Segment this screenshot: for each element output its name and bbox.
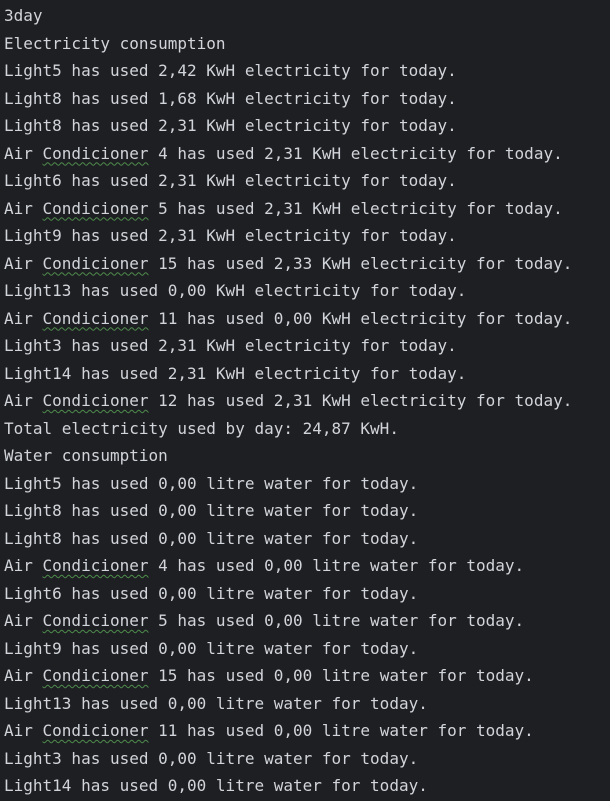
console-line-prefix: Air [4, 143, 43, 163]
console-line-suffix: 4 has used 0,00 litre water for today. [148, 556, 525, 575]
console-line-prefix: Air [4, 556, 43, 575]
console-output[interactable]: 3day Electricity consumption Light5 has us… [0, 0, 610, 801]
console-line-text: Light13 has used 0,00 KwH electricity fo… [4, 281, 467, 300]
typo-flagged-word: Condicioner [42, 198, 149, 218]
console-line: Light3 has used 0,00 litre water for tod… [4, 745, 610, 773]
console-line-text: Total electricity used by day: 24,87 KwH… [4, 418, 399, 438]
console-line: Water consumption [4, 442, 610, 470]
console-line-text: Light5 has used 0,00 litre water for tod… [4, 473, 419, 493]
console-line-suffix: 5 has used 0,00 litre water for today. [148, 611, 525, 630]
console-line-text: Light14 has used 2,31 KwH electricity fo… [4, 363, 467, 383]
console-line: Light13 has used 0,00 litre water for to… [4, 690, 610, 718]
console-line: Air Condicioner 11 has used 0,00 KwH ele… [4, 305, 610, 333]
console-line: Air Condicioner 12 has used 2,31 KwH ele… [4, 387, 610, 415]
console-line-text: Light3 has used 0,00 litre water for tod… [4, 748, 419, 768]
console-line-prefix: Air [4, 721, 43, 740]
console-line: Air Condicioner 5 has used 2,31 KwH elec… [4, 195, 610, 223]
console-line: Light9 has used 2,31 KwH electricity for… [4, 222, 610, 250]
console-line-suffix: 11 has used 0,00 KwH electricity for tod… [148, 308, 573, 328]
console-line-prefix: Air [4, 391, 43, 410]
console-line-text: Light3 has used 2,31 KwH electricity for… [4, 336, 457, 355]
typo-flagged-word: Condicioner [42, 391, 149, 410]
console-line-suffix: 4 has used 2,31 KwH electricity for toda… [148, 143, 563, 163]
console-line-text: Light8 has used 2,31 KwH electricity for… [4, 116, 457, 135]
console-line: Air Condicioner 11 has used 0,00 litre w… [4, 717, 610, 745]
console-line-text: Light13 has used 0,00 litre water for to… [4, 693, 428, 713]
console-line: Light6 has used 0,00 litre water for tod… [4, 580, 610, 608]
typo-flagged-word: Condicioner [42, 253, 149, 273]
console-line: Light9 has used 0,00 litre water for tod… [4, 635, 610, 663]
typo-flagged-word: Condicioner [42, 556, 149, 575]
console-line-suffix: 15 has used 2,33 KwH electricity for tod… [148, 253, 573, 273]
console-line: Light13 has used 0,00 KwH electricity fo… [4, 277, 610, 305]
console-line-text: Light8 has used 1,68 KwH electricity for… [4, 88, 457, 108]
console-line: Air Condicioner 15 has used 2,33 KwH ele… [4, 250, 610, 278]
console-line: Light8 has used 0,00 litre water for tod… [4, 525, 610, 553]
console-line-text: Light5 has used 2,42 KwH electricity for… [4, 61, 457, 80]
console-line-text: 3day [4, 6, 43, 25]
console-line-text: Light9 has used 2,31 KwH electricity for… [4, 226, 457, 245]
console-line-suffix: 12 has used 2,31 KwH electricity for tod… [148, 391, 573, 410]
console-line: Light8 has used 1,68 KwH electricity for… [4, 85, 610, 113]
console-line: Electricity consumption [4, 30, 610, 58]
console-line-text: Light6 has used 0,00 litre water for tod… [4, 583, 419, 603]
typo-flagged-word: Condicioner [42, 143, 149, 163]
console-line-text: Light9 has used 0,00 litre water for tod… [4, 638, 419, 658]
console-line: Light14 has used 2,31 KwH electricity fo… [4, 360, 610, 388]
console-line: Air Condicioner 4 has used 0,00 litre wa… [4, 552, 610, 580]
console-line-prefix: Air [4, 198, 43, 218]
console-line-text: Light14 has used 0,00 litre water for to… [4, 776, 428, 795]
console-line: 3day [4, 2, 610, 30]
console-line: Light5 has used 0,00 litre water for tod… [4, 470, 610, 498]
typo-flagged-word: Condicioner [42, 611, 149, 630]
console-line: Total electricity used by day: 24,87 KwH… [4, 415, 610, 443]
console-line-prefix: Air [4, 666, 43, 685]
console-line-suffix: 15 has used 0,00 litre water for today. [148, 666, 534, 685]
console-line: Light8 has used 0,00 litre water for tod… [4, 497, 610, 525]
console-line: Light3 has used 2,31 KwH electricity for… [4, 332, 610, 360]
console-line-text: Water consumption [4, 446, 168, 465]
console-line-prefix: Air [4, 308, 43, 328]
console-line: Light6 has used 2,31 KwH electricity for… [4, 167, 610, 195]
typo-flagged-word: Condicioner [42, 666, 149, 685]
console-line: Air Condicioner 4 has used 2,31 KwH elec… [4, 140, 610, 168]
console-line: Air Condicioner 5 has used 0,00 litre wa… [4, 607, 610, 635]
console-line-text: Light8 has used 0,00 litre water for tod… [4, 528, 419, 548]
console-line-text: Light8 has used 0,00 litre water for tod… [4, 501, 419, 520]
console-line-prefix: Air [4, 611, 43, 630]
typo-flagged-word: Condicioner [42, 721, 149, 740]
console-line-text: Electricity consumption [4, 33, 226, 53]
console-line: Air Condicioner 15 has used 0,00 litre w… [4, 662, 610, 690]
console-line: Light8 has used 2,31 KwH electricity for… [4, 112, 610, 140]
console-line-prefix: Air [4, 253, 43, 273]
console-line: Light5 has used 2,42 KwH electricity for… [4, 57, 610, 85]
console-line-suffix: 11 has used 0,00 litre water for today. [148, 721, 534, 740]
console-line: Light14 has used 0,00 litre water for to… [4, 772, 610, 800]
console-line-suffix: 5 has used 2,31 KwH electricity for toda… [148, 198, 563, 218]
typo-flagged-word: Condicioner [42, 308, 149, 328]
console-line-text: Light6 has used 2,31 KwH electricity for… [4, 171, 457, 190]
